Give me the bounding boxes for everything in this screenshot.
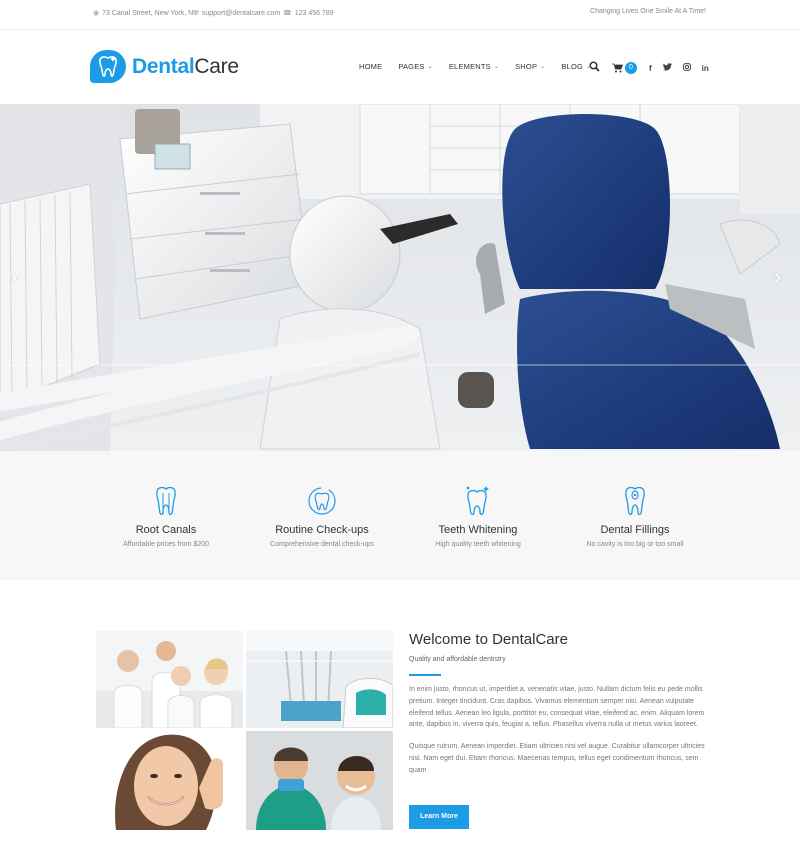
header-icons: 0 f in bbox=[589, 61, 720, 75]
email-link[interactable]: support@dentalcare.com bbox=[202, 10, 280, 17]
feature-dental-fillings[interactable]: Dental Fillings No cavity is too big or … bbox=[555, 486, 715, 548]
tooth-filling-icon bbox=[555, 486, 715, 516]
main-nav: HOME PAGES ⌄ ELEMENTS ⌄ SHOP ⌄ BLOG ⌄ bbox=[359, 62, 607, 71]
welcome-title: Welcome to DentalCare bbox=[409, 631, 568, 648]
welcome-section: Welcome to DentalCare Quality and afford… bbox=[409, 631, 709, 777]
feature-title: Dental Fillings bbox=[600, 524, 670, 536]
logo-text: DentalCare bbox=[132, 55, 239, 79]
welcome-subtitle: Quality and affordable dentistry bbox=[409, 656, 506, 663]
chevron-down-icon: ⌄ bbox=[493, 64, 500, 70]
feature-title: Root Canals bbox=[135, 524, 197, 536]
address-info: ◉ 73 Canal Street, New York, NY bbox=[93, 9, 198, 18]
cart-button[interactable]: 0 bbox=[612, 62, 637, 74]
nav-item-elements[interactable]: ELEMENTS ⌄ bbox=[449, 62, 499, 71]
hero-next-arrow[interactable]: › bbox=[774, 266, 781, 288]
phone-text: 123 456 789 bbox=[294, 9, 334, 17]
feature-desc: Affordable prices from $200 bbox=[123, 541, 209, 548]
accent-divider bbox=[409, 674, 441, 676]
chevron-down-icon: ⌄ bbox=[540, 64, 546, 70]
nav-item-pages[interactable]: PAGES ⌄ bbox=[398, 62, 433, 71]
logo-text-part1: Dental bbox=[132, 54, 195, 78]
top-bar: ◉ 73 Canal Street, New York, NY ✉ suppor… bbox=[0, 0, 800, 30]
twitter-icon[interactable] bbox=[662, 63, 672, 73]
phone-info: ☎ 123 456 789 bbox=[283, 9, 334, 18]
feature-desc: High quality teeth whitening bbox=[435, 541, 521, 548]
feature-desc: No cavity is too big or too small bbox=[586, 541, 684, 548]
tooth-icon bbox=[86, 486, 246, 516]
feature-routine-checkups[interactable]: Routine Check-ups Comprehensive dental c… bbox=[242, 486, 402, 548]
linkedin-icon[interactable]: in bbox=[702, 64, 709, 73]
feature-desc: Comprehensive dental check-ups bbox=[270, 541, 374, 548]
email-info[interactable]: ✉ support@dentalcare.com bbox=[193, 9, 280, 18]
features-section: Root Canals Affordable prices from $200 … bbox=[0, 451, 800, 580]
site-header: DentalCare HOME PAGES ⌄ ELEMENTS ⌄ SHOP ⌄ B… bbox=[0, 31, 800, 103]
feature-root-canals[interactable]: Root Canals Affordable prices from $200 bbox=[86, 486, 246, 548]
nav-label: SHOP bbox=[515, 62, 538, 71]
photo-dental-team bbox=[96, 631, 243, 728]
instagram-icon[interactable] bbox=[682, 63, 691, 73]
hero-slider: ‹ › bbox=[0, 104, 800, 451]
photo-dentist-patient bbox=[246, 731, 393, 830]
tooth-logo-icon bbox=[90, 50, 126, 83]
welcome-paragraph-2: Quisque rutrum. Aenean imperdiet. Etiam … bbox=[409, 743, 705, 774]
map-pin-icon: ◉ bbox=[93, 10, 100, 17]
facebook-icon[interactable]: f bbox=[649, 64, 652, 73]
cart-count-badge: 0 bbox=[625, 62, 637, 74]
chevron-down-icon: ⌄ bbox=[427, 64, 433, 70]
photo-dental-equipment bbox=[246, 631, 393, 728]
search-icon[interactable] bbox=[589, 61, 600, 75]
nav-label: HOME bbox=[359, 62, 383, 71]
photo-smiling-woman bbox=[96, 731, 243, 830]
address-text: 73 Canal Street, New York, NY bbox=[102, 9, 198, 17]
learn-more-button[interactable]: Learn More bbox=[409, 805, 469, 829]
feature-teeth-whitening[interactable]: Teeth Whitening High quality teeth white… bbox=[398, 486, 558, 548]
nav-label: PAGES bbox=[398, 62, 425, 71]
tooth-sparkle-icon bbox=[398, 486, 558, 516]
nav-item-home[interactable]: HOME bbox=[359, 62, 382, 71]
logo-text-part2: Care bbox=[194, 54, 239, 78]
feature-title: Routine Check-ups bbox=[275, 524, 369, 536]
nav-item-shop[interactable]: SHOP ⌄ bbox=[515, 62, 545, 71]
hero-prev-arrow[interactable]: ‹ bbox=[12, 266, 19, 288]
welcome-paragraph-1: In enim justo, rhoncus ut, imperdiet a, … bbox=[409, 686, 705, 729]
nav-item-blog[interactable]: BLOG ⌄ bbox=[561, 62, 591, 71]
phone-icon: ☎ bbox=[283, 10, 292, 17]
cart-icon bbox=[612, 63, 623, 73]
tooth-refresh-icon bbox=[242, 486, 402, 516]
hero-image bbox=[0, 104, 800, 451]
nav-label: BLOG bbox=[561, 62, 584, 71]
tagline: Changing Lives One Smile At A Time! bbox=[590, 8, 706, 15]
logo[interactable]: DentalCare bbox=[90, 50, 239, 83]
feature-title: Teeth Whitening bbox=[438, 524, 518, 536]
photo-grid bbox=[96, 631, 393, 830]
nav-label: ELEMENTS bbox=[448, 62, 491, 71]
envelope-icon: ✉ bbox=[193, 10, 199, 17]
